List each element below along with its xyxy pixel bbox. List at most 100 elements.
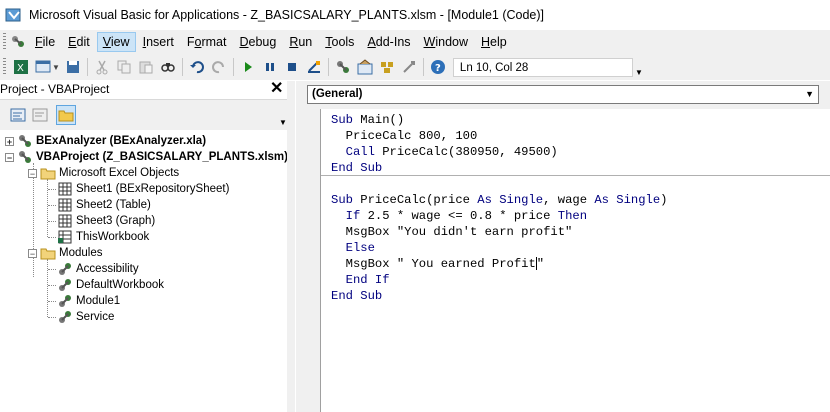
tree-item-label: Accessibility — [76, 263, 139, 275]
save-icon[interactable] — [63, 57, 83, 77]
collapse-icon[interactable]: − — [5, 152, 14, 162]
project-pane-scroll-icon[interactable]: ▼ — [279, 116, 287, 129]
code-line: PriceCalc 800, 100 — [331, 128, 478, 144]
toolbar-separator — [327, 58, 329, 76]
undo-icon[interactable] — [187, 57, 207, 77]
project-explorer-toolbar — [0, 100, 287, 130]
tree-item-bexanalyzer[interactable]: + BExAnalyzer (BExAnalyzer.xla) — [5, 133, 206, 149]
menu-label-part: ebug — [248, 35, 277, 49]
keyword: Sub — [331, 113, 353, 127]
cut-icon[interactable] — [92, 57, 112, 77]
vba-menu-icon[interactable] — [10, 35, 26, 49]
menu-item[interactable]: File — [29, 32, 61, 52]
tree-item-sheet1[interactable]: Sheet1 (BExRepositorySheet) — [57, 181, 229, 197]
tree-item-accessibility[interactable]: Accessibility — [57, 261, 139, 277]
code-line: Call PriceCalc(380950, 49500) — [331, 144, 558, 160]
tree-item-excel-objects[interactable]: − Microsoft Excel Objects — [28, 165, 179, 181]
project-tree: + BExAnalyzer (BExAnalyzer.xla) − VBAPro… — [0, 131, 288, 412]
object-dropdown-value: (General) — [312, 88, 363, 100]
menu-accelerator: D — [239, 35, 249, 49]
toggle-folders-icon[interactable] — [56, 105, 76, 125]
tree-item-service[interactable]: Service — [57, 309, 114, 325]
tree-item-sheet2[interactable]: Sheet2 (Table) — [57, 197, 151, 213]
menu-label-part: iew — [110, 35, 130, 49]
code-line: End Sub — [331, 288, 382, 304]
menu-label-part: un — [298, 35, 313, 49]
expand-icon[interactable]: + — [5, 136, 14, 146]
insert-dropdown-icon[interactable]: ▼ — [52, 63, 60, 72]
code-line: Else — [331, 240, 375, 256]
properties-window-icon[interactable] — [355, 57, 375, 77]
insert-userform-icon[interactable] — [33, 57, 53, 77]
design-mode-icon[interactable] — [304, 57, 324, 77]
tree-item-defaultworkbook[interactable]: DefaultWorkbook — [57, 277, 164, 293]
project-explorer-icon[interactable] — [333, 57, 353, 77]
pane-splitter[interactable] — [287, 81, 295, 412]
tree-connector — [47, 179, 48, 237]
break-icon[interactable] — [260, 57, 280, 77]
toolbox-icon[interactable] — [399, 57, 419, 77]
close-icon[interactable]: ✕ — [270, 80, 283, 98]
tree-connector — [48, 285, 56, 286]
find-icon[interactable] — [158, 57, 178, 77]
menu-item[interactable]: Add-Ins — [361, 32, 416, 52]
menu-item[interactable]: Help — [475, 32, 513, 52]
redo-icon[interactable] — [209, 57, 229, 77]
copy-icon[interactable] — [114, 57, 134, 77]
menu-grip[interactable] — [3, 33, 6, 51]
keyword: End If — [331, 273, 390, 287]
menu-item[interactable]: Edit — [62, 32, 96, 52]
menu-label-part: ools — [331, 35, 355, 49]
menu-label-part: dit — [76, 35, 90, 49]
menu-item[interactable]: Format — [181, 32, 233, 52]
menu-accelerator: R — [289, 35, 299, 49]
vba-app-icon — [5, 6, 23, 24]
tree-item-vbaproject[interactable]: − VBAProject (Z_BASICSALARY_PLANTS.xlsm) — [5, 149, 288, 165]
tree-item-module1[interactable]: Module1 — [57, 293, 120, 309]
code-editor[interactable]: Sub Main() PriceCalc 800, 100 Call Price… — [320, 109, 830, 412]
tree-item-label: Module1 — [76, 295, 121, 307]
object-browser-icon[interactable] — [377, 57, 397, 77]
menu-item[interactable]: View — [96, 32, 136, 52]
object-dropdown[interactable]: (General) ▼ — [307, 85, 819, 104]
tree-item-label: Modules — [59, 247, 103, 259]
keyword: As Single — [594, 193, 661, 207]
module-icon — [57, 278, 73, 292]
code-line: Sub PriceCalc(price As Single, wage As S… — [331, 192, 667, 208]
view-code-icon[interactable] — [8, 105, 28, 125]
menu-item[interactable]: Window — [418, 32, 474, 52]
tree-item-sheet3[interactable]: Sheet3 (Graph) — [57, 213, 155, 229]
toolbar-overflow-icon[interactable]: ▼ — [635, 58, 643, 77]
code-text: MsgBox " You earned Profit — [331, 257, 536, 271]
tree-item-modules[interactable]: − Modules — [28, 245, 102, 261]
menu-item[interactable]: Run — [283, 32, 318, 52]
help-icon[interactable]: ? — [428, 57, 448, 77]
menu-item[interactable]: Tools — [319, 32, 360, 52]
excel-icon[interactable]: X — [11, 57, 31, 77]
tree-item-label: Microsoft Excel Objects — [59, 167, 180, 179]
collapse-icon[interactable]: − — [28, 248, 37, 258]
toolbar-grip[interactable] — [3, 58, 6, 76]
folder-icon — [40, 246, 56, 260]
view-object-icon[interactable] — [30, 105, 50, 125]
menu-accelerator: H — [481, 35, 491, 49]
svg-text:X: X — [17, 63, 24, 74]
tree-item-thisworkbook[interactable]: ThisWorkbook — [57, 229, 149, 245]
collapse-icon[interactable]: − — [28, 168, 37, 178]
tree-connector — [48, 221, 56, 222]
code-text: ) — [660, 193, 668, 207]
keyword: If — [331, 209, 361, 223]
folder-icon — [40, 166, 56, 180]
menu-label-part: indow — [435, 35, 469, 49]
menu-item[interactable]: Debug — [233, 32, 282, 52]
tree-item-label: Service — [76, 311, 115, 323]
code-text: MsgBox "You didn't earn profit" — [331, 225, 573, 239]
paste-icon[interactable] — [136, 57, 156, 77]
reset-icon[interactable] — [282, 57, 302, 77]
run-icon[interactable] — [238, 57, 258, 77]
menu-item[interactable]: Insert — [137, 32, 180, 52]
module-icon — [57, 310, 73, 324]
tree-item-label: ThisWorkbook — [76, 231, 150, 243]
tree-item-label: VBAProject (Z_BASICSALARY_PLANTS.xlsm) — [36, 151, 288, 163]
dropdown-arrow-icon[interactable]: ▼ — [805, 86, 814, 103]
